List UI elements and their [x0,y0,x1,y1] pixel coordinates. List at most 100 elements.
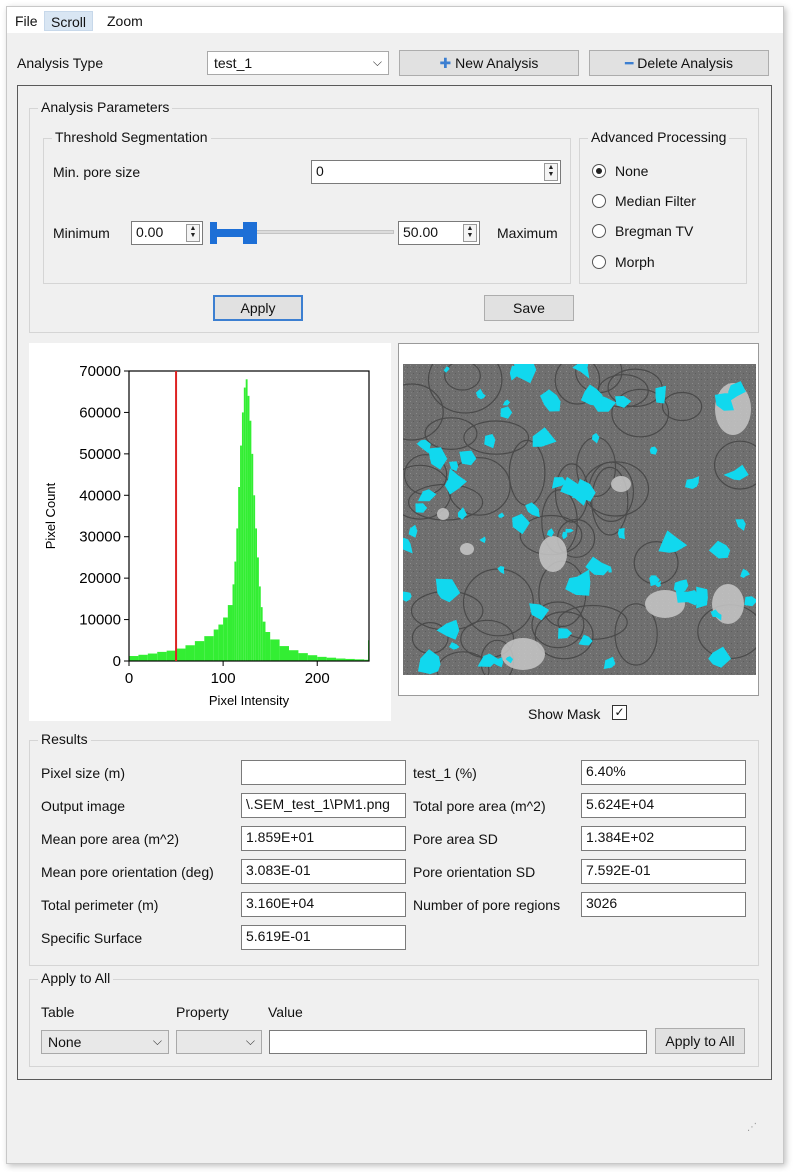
y-tick-label: 70000 [79,363,121,380]
maximum-spinbox[interactable]: 50.00 ▲ ▼ [398,221,480,245]
apply-button[interactable]: Apply [213,295,303,321]
spin-arrows-icon[interactable]: ▲ ▼ [463,224,477,242]
y-tick-label: 10000 [79,612,121,629]
pore-mask-region [655,385,666,404]
minus-icon: ━ [624,55,634,71]
result-label: Total perimeter (m) [41,897,159,913]
slider-max-handle[interactable] [243,222,257,244]
histogram-bar [238,487,241,661]
radio-median-filter[interactable] [592,194,606,208]
resize-grip-icon[interactable]: ⋰ [747,1122,757,1133]
bright-grain [501,638,545,670]
result-label: Number of pore regions [413,897,561,913]
chevron-down-icon: ⌵ [152,1034,162,1048]
y-tick-label: 20000 [79,570,121,587]
histogram-bar [194,641,205,661]
min-pore-size-label: Min. pore size [53,164,141,180]
histogram-bar [129,656,139,661]
analysis-type-select[interactable]: test_1 ⌵ [207,51,389,75]
radio-morph[interactable] [592,255,606,269]
maximum-label: Maximum [497,225,558,241]
minimum-value: 0.00 [136,224,164,240]
bright-grain [437,508,449,520]
value-input[interactable] [269,1030,647,1054]
radio-none-label[interactable]: None [615,163,648,179]
radio-median-filter-label[interactable]: Median Filter [615,193,696,209]
result-value-field[interactable]: 5.619E-01 [241,925,406,950]
minimum-spinbox[interactable]: 0.00 ▲ ▼ [131,221,203,245]
radio-bregman-tv[interactable] [592,224,606,238]
min-pore-size-value: 0 [316,163,324,179]
result-value-field[interactable]: 3026 [581,892,746,917]
results-title: Results [38,731,91,747]
histogram-chart: 0 10000 20000 30000 40000 50000 60000 70000 0 100… [43,363,370,708]
result-value-field[interactable]: 3.083E-01 [241,859,406,884]
result-label: test_1 (%) [413,765,477,781]
result-value-field[interactable]: 1.859E+01 [241,826,406,851]
show-mask-checkbox[interactable]: ✓ [612,705,627,720]
min-pore-size-input[interactable]: 0 ▲ ▼ [311,160,561,184]
property-select[interactable]: ⌵ [176,1030,262,1054]
histogram-bar [262,621,266,661]
result-label: Specific Surface [41,930,143,946]
radio-none[interactable] [592,164,606,178]
delete-analysis-button[interactable]: ━ Delete Analysis [589,50,769,76]
analysis-type-value: test_1 [214,55,253,71]
threshold-segmentation-title: Threshold Segmentation [52,129,211,145]
histogram-bar [253,495,256,661]
x-tick-label: 100 [211,670,236,687]
new-analysis-button[interactable]: ✚ New Analysis [399,50,579,76]
y-tick-label: 60000 [79,404,121,421]
histogram-bar [166,650,177,661]
result-value-field[interactable]: 3.160E+04 [241,892,406,917]
menu-bar: File Scroll Zoom [7,7,783,33]
main-window: File Scroll Zoom Analysis Type test_1 ⌵ … [6,6,784,1164]
result-value-field[interactable]: 5.624E+04 [581,793,746,818]
result-label: Mean pore area (m^2) [41,831,180,847]
histogram-bar [241,412,244,661]
radio-bregman-tv-label[interactable]: Bregman TV [615,223,693,239]
chevron-down-icon: ⌵ [245,1034,255,1048]
menu-scroll[interactable]: Scroll [44,11,94,31]
histogram-bar [247,395,250,661]
x-tick-label: 200 [305,670,330,687]
histogram-bar [258,586,261,661]
y-tick-label: 30000 [79,529,121,546]
result-value-field[interactable]: \.SEM_test_1\PM1.png [241,793,406,818]
histogram-bar [227,605,233,661]
result-label: Pore orientation SD [413,864,536,880]
menu-file[interactable]: File [9,11,44,31]
apply-to-all-button[interactable]: Apply to All [655,1028,745,1054]
bright-grain [712,584,744,624]
analysis-parameters-title: Analysis Parameters [38,99,173,115]
result-value-field[interactable]: 7.592E-01 [581,859,746,884]
histogram-bar [289,650,299,661]
result-label: Pore area SD [413,831,498,847]
histogram-bar [147,653,158,661]
sem-image[interactable] [403,364,756,675]
histogram-bar [138,654,148,661]
result-label: Pixel size (m) [41,765,126,781]
histogram-bar [234,561,237,661]
apply-to-all-title: Apply to All [38,970,114,986]
bright-grain [539,536,567,572]
menu-zoom[interactable]: Zoom [101,11,149,31]
maximum-value: 50.00 [403,224,439,240]
result-value-field[interactable]: 1.384E+02 [581,826,746,851]
bright-grain [460,543,474,555]
x-axis-label: Pixel Intensity [209,693,290,708]
spin-arrows-icon[interactable]: ▲ ▼ [186,224,200,242]
result-value-field[interactable]: 6.40% [581,760,746,785]
histogram-bar [251,453,254,661]
y-tick-label: 40000 [79,487,121,504]
radio-morph-label[interactable]: Morph [615,254,655,270]
result-value-field[interactable] [241,760,406,785]
histogram-bar [317,656,327,661]
spin-arrows-icon[interactable]: ▲ ▼ [544,163,558,181]
histogram-bar [240,445,242,661]
histogram-bar [223,617,228,661]
histogram-bar [176,648,186,661]
save-button[interactable]: Save [484,295,574,321]
histogram-bar [265,632,271,661]
table-select[interactable]: None ⌵ [41,1030,169,1054]
